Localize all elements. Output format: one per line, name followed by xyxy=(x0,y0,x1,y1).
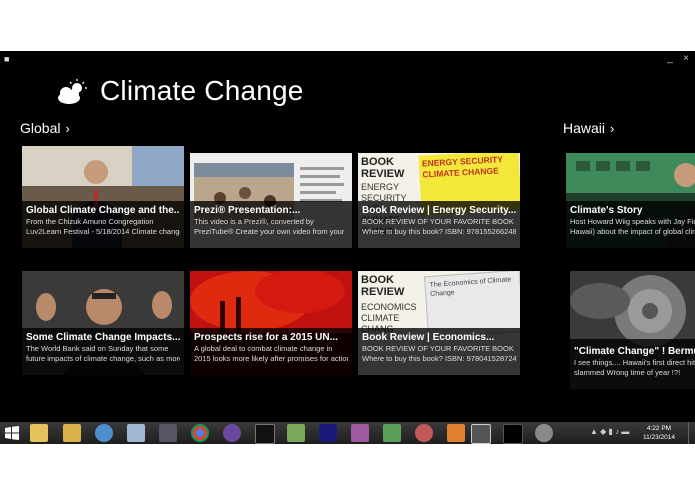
settings-icon[interactable] xyxy=(535,424,553,442)
show-desktop-button[interactable] xyxy=(688,422,695,444)
title-bar: ■ _ × xyxy=(0,51,695,67)
folder-icon[interactable] xyxy=(63,424,81,442)
tile-caption: Some Climate Change Impacts... The World… xyxy=(22,328,184,375)
weather-icon[interactable] xyxy=(95,424,113,442)
tile-caption: Book Review | Economics... BOOK REVIEW O… xyxy=(358,328,520,375)
file-explorer-icon[interactable] xyxy=(30,424,48,442)
cover-label: BOOK REVIEW xyxy=(361,156,405,180)
weather-logo-icon xyxy=(58,79,87,104)
tile-desc: 2015 looks more likely after promises fo… xyxy=(194,354,348,363)
app-icon[interactable] xyxy=(223,424,241,442)
chrome-icon[interactable] xyxy=(191,424,209,442)
media-icon[interactable] xyxy=(383,424,401,442)
tile-caption: Global Climate Change and the... From th… xyxy=(22,201,184,248)
tile-desc: Luv2Learn Festival - 5/18/2014 Climate c… xyxy=(26,227,180,236)
page-title: Climate Change xyxy=(100,75,304,106)
tile-desc: This video is a Prezi®, converted by xyxy=(194,217,314,226)
chat-icon[interactable] xyxy=(415,424,433,442)
chevron-right-icon: › xyxy=(65,121,70,136)
news-tile[interactable]: "Climate Change" ! Bermud I see things..… xyxy=(570,271,695,389)
clock[interactable]: 4:22 PM 11/23/2014 xyxy=(643,424,675,442)
app-menu-icon[interactable]: ■ xyxy=(4,54,14,64)
minimize-button[interactable]: _ xyxy=(663,52,677,66)
news-tile[interactable]: Prezi® Presentation:... This video is a … xyxy=(190,153,352,248)
tile-desc: Hawaii) about the impact of global clim xyxy=(570,227,695,236)
group-title: Global xyxy=(20,120,61,136)
tile-title: "Climate Change" ! Bermud xyxy=(574,346,695,357)
tile-title: Climate's Story xyxy=(570,205,643,216)
tile-caption: Book Review | Energy Security... BOOK RE… xyxy=(358,201,520,248)
tile-desc: BOOK REVIEW OF YOUR FAVORITE BOOK ---- xyxy=(362,217,516,226)
tile-caption: "Climate Change" ! Bermud I see things..… xyxy=(570,339,695,389)
cover-title: ENERGY SECURITY CLIMATE CHANGE xyxy=(421,154,504,180)
tile-desc: Where to buy this book? ISBN: 9781552662… xyxy=(362,227,516,236)
news-tile[interactable]: BOOK REVIEW ENERGY SECURITY AND CLIMATE … xyxy=(358,153,520,248)
cover-label: BOOK REVIEW xyxy=(361,274,405,298)
tile-desc: slammed Wrong time of year !?! xyxy=(574,368,681,377)
app-window: ■ _ × Climate Change Global › Hawaii › Glo… xyxy=(0,51,695,422)
tile-desc: From the Chizuk Amuno Congregation xyxy=(26,217,154,226)
close-button[interactable]: × xyxy=(679,52,693,66)
start-icon[interactable] xyxy=(5,426,19,440)
tile-desc: Host Howard Wiig speaks with Jay Fid xyxy=(570,217,695,226)
paint-icon[interactable] xyxy=(351,424,369,442)
tile-caption: Prospects rise for a 2015 UN... A global… xyxy=(190,328,352,375)
notes-icon[interactable] xyxy=(287,424,305,442)
calculator-icon[interactable] xyxy=(159,424,177,442)
news-tile[interactable]: Global Climate Change and the... From th… xyxy=(22,146,184,248)
tile-title: Prezi® Presentation:... xyxy=(194,205,301,216)
clock-time: 4:22 PM xyxy=(646,425,672,432)
uplay-icon[interactable] xyxy=(319,424,337,442)
tile-title: Some Climate Change Impacts... xyxy=(26,332,180,343)
tile-title: Prospects rise for a 2015 UN... xyxy=(194,332,338,343)
black-app-icon[interactable] xyxy=(503,424,523,444)
tile-caption: Prezi® Presentation:... This video is a … xyxy=(190,201,352,248)
tile-desc: future impacts of climate change, such a… xyxy=(26,354,180,363)
tile-desc: The World Bank said on Sunday that some xyxy=(26,344,169,353)
climate-app-icon[interactable] xyxy=(471,424,491,444)
tile-desc: Where to buy this book? ISBN: 9780415287… xyxy=(362,354,516,363)
news-tile[interactable]: BOOK REVIEW ECONOMICS CLIMATE CHANG The … xyxy=(358,271,520,375)
terminal-icon[interactable] xyxy=(255,424,275,444)
news-tile[interactable]: Some Climate Change Impacts... The World… xyxy=(22,271,184,375)
news-tile[interactable]: Climate's Story Host Howard Wiig speaks … xyxy=(566,153,695,248)
news-tile[interactable]: Prospects rise for a 2015 UN... A global… xyxy=(190,271,352,375)
chevron-right-icon: › xyxy=(610,121,615,136)
tile-title: Book Review | Economics... xyxy=(362,332,495,343)
taskbar: ▲ ◆ ▮ ♪ ▬ 4:22 PM 11/23/2014 xyxy=(0,422,695,444)
group-header-global[interactable]: Global › xyxy=(20,120,70,136)
tile-desc: BOOK REVIEW OF YOUR FAVORITE BOOK ---- xyxy=(362,344,516,353)
tile-desc: A global deal to combat climate change i… xyxy=(194,344,333,353)
group-header-hawaii[interactable]: Hawaii › xyxy=(563,120,614,136)
tile-desc: PreziTube® Create your own video from yo… xyxy=(194,227,345,236)
cover-title: The Economics of Climate Change xyxy=(429,276,512,299)
tile-title: Global Climate Change and the... xyxy=(26,205,180,216)
notepad-icon[interactable] xyxy=(127,424,145,442)
tile-desc: I see things.... Hawaii's first direct h… xyxy=(574,358,695,367)
tile-title: Book Review | Energy Security... xyxy=(362,205,516,216)
tray-icons[interactable]: ▲ ◆ ▮ ♪ ▬ xyxy=(590,427,629,436)
tile-caption: Climate's Story Host Howard Wiig speaks … xyxy=(566,201,695,248)
group-title: Hawaii xyxy=(563,120,606,136)
clock-date: 11/23/2014 xyxy=(642,434,675,441)
grid-app-icon[interactable] xyxy=(447,424,465,442)
